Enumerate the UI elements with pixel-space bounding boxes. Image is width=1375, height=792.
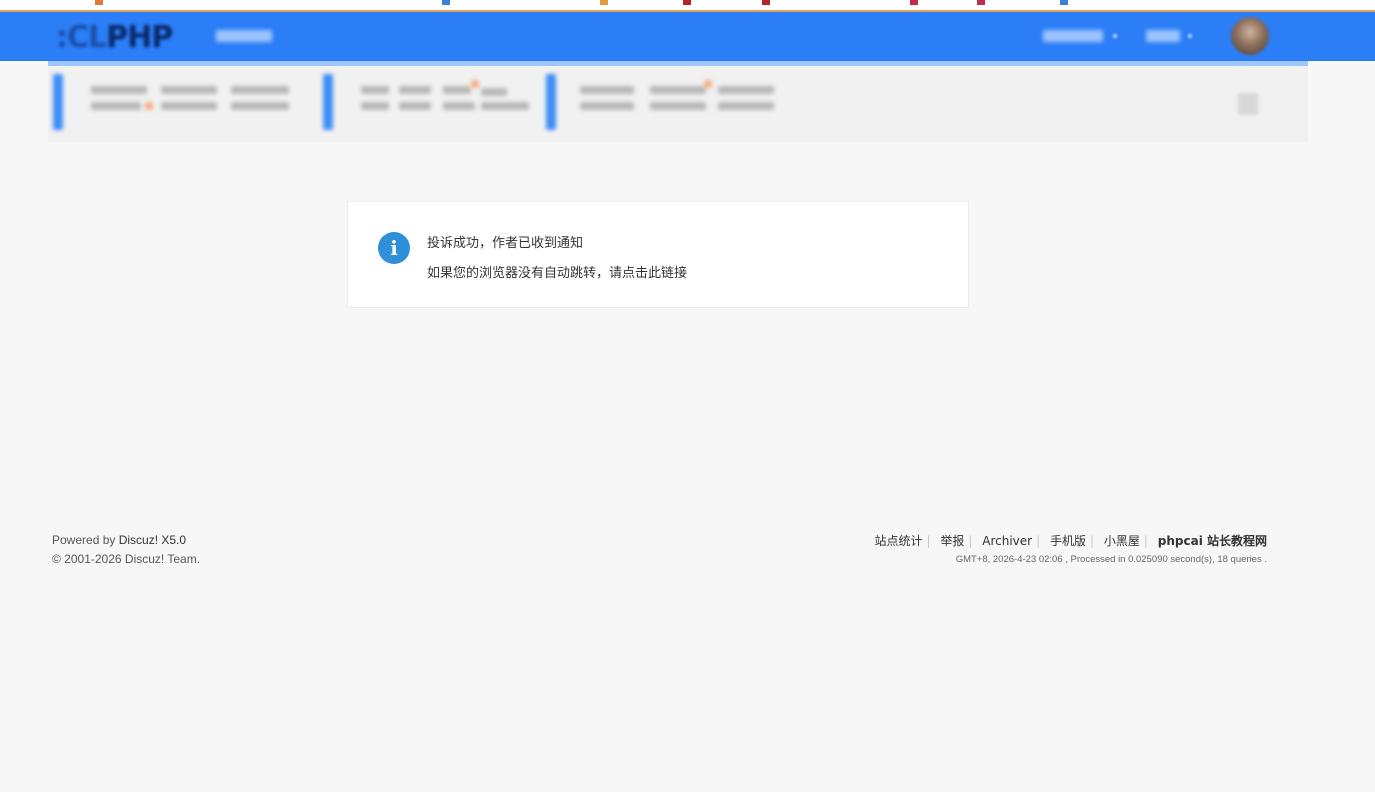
site-logo[interactable]: :CLPHP [56, 20, 173, 55]
chevron-down-icon [1113, 34, 1117, 38]
nav-link[interactable] [91, 102, 141, 110]
message-title: 投诉成功，作者已收到通知 [427, 236, 584, 251]
footer-link-blackroom[interactable]: 小黑屋 [1104, 534, 1140, 548]
nav-link[interactable] [718, 102, 774, 110]
nav-link[interactable] [231, 86, 289, 94]
copyright-text: © 2001-2026 Discuz! Team. [52, 552, 201, 566]
header-user-link[interactable] [1043, 30, 1103, 42]
nav-link[interactable] [650, 86, 706, 94]
site-header: :CLPHP [0, 12, 1375, 61]
hot-badge [471, 80, 479, 88]
nav-link[interactable] [481, 102, 529, 110]
nav-link[interactable] [161, 86, 217, 94]
footer-link-mobile[interactable]: 手机版 [1050, 534, 1086, 548]
bookmark-icon[interactable] [1060, 0, 1068, 5]
powered-by-label: Powered by [52, 533, 119, 547]
bookmark-icon[interactable] [762, 0, 770, 5]
nav-link[interactable] [361, 86, 389, 94]
header-notice-link[interactable] [1146, 30, 1180, 42]
header-nav-link[interactable] [216, 30, 272, 42]
nav-link[interactable] [361, 102, 389, 110]
nav-link[interactable] [399, 102, 431, 110]
bookmark-icon[interactable] [442, 0, 450, 5]
hot-badge [145, 102, 153, 110]
footer-links-area: 站点统计 | 举报 | Archiver | 手机版 | 小黑屋 | phpcai 站长教… [874, 534, 1267, 565]
avatar[interactable] [1231, 17, 1269, 55]
footer-link-stats[interactable]: 站点统计 [874, 534, 922, 548]
bookmark-icon[interactable] [600, 0, 608, 5]
nav-link[interactable] [580, 86, 634, 94]
footer-link-report[interactable]: 举报 [940, 534, 964, 548]
bookmark-icon[interactable] [910, 0, 918, 5]
nav-link[interactable] [650, 102, 706, 110]
nav-category-icon [323, 74, 333, 130]
browser-bookmark-strip [0, 0, 1375, 12]
bookmark-icon[interactable] [683, 0, 691, 5]
lock-icon[interactable] [1238, 93, 1258, 115]
hot-badge [704, 80, 712, 88]
redirect-link[interactable]: 如果您的浏览器没有自动跳转，请点击此链接 [427, 262, 687, 281]
nav-link[interactable] [231, 102, 289, 110]
bookmark-icon[interactable] [977, 0, 985, 5]
nav-link[interactable] [481, 88, 507, 96]
message-box: i 投诉成功，作者已收到通知 如果您的浏览器没有自动跳转，请点击此链接 [347, 201, 969, 308]
nav-link[interactable] [443, 102, 475, 110]
info-icon: i [378, 232, 410, 264]
nav-link[interactable] [718, 86, 774, 94]
footer-site-name[interactable]: phpcai 站长教程网 [1158, 534, 1267, 548]
nav-link[interactable] [161, 102, 217, 110]
nav-link[interactable] [443, 86, 471, 94]
nav-link[interactable] [580, 102, 634, 110]
footer-server-info: GMT+8, 2026-4-23 02:06 , Processed in 0.… [955, 554, 1267, 565]
footer-credits: Powered by Discuz! X5.0 © 2001-2026 Disc… [52, 531, 200, 569]
bookmark-icon[interactable] [95, 0, 103, 5]
nav-category-icon [53, 74, 63, 130]
footer-link-archiver[interactable]: Archiver [982, 534, 1032, 548]
chevron-down-icon [1188, 34, 1192, 38]
nav-link[interactable] [399, 86, 431, 94]
nav-link[interactable] [91, 86, 147, 94]
nav-menu [48, 66, 1308, 142]
discuz-link[interactable]: Discuz! X5.0 [119, 533, 186, 547]
nav-category-icon [546, 74, 556, 130]
